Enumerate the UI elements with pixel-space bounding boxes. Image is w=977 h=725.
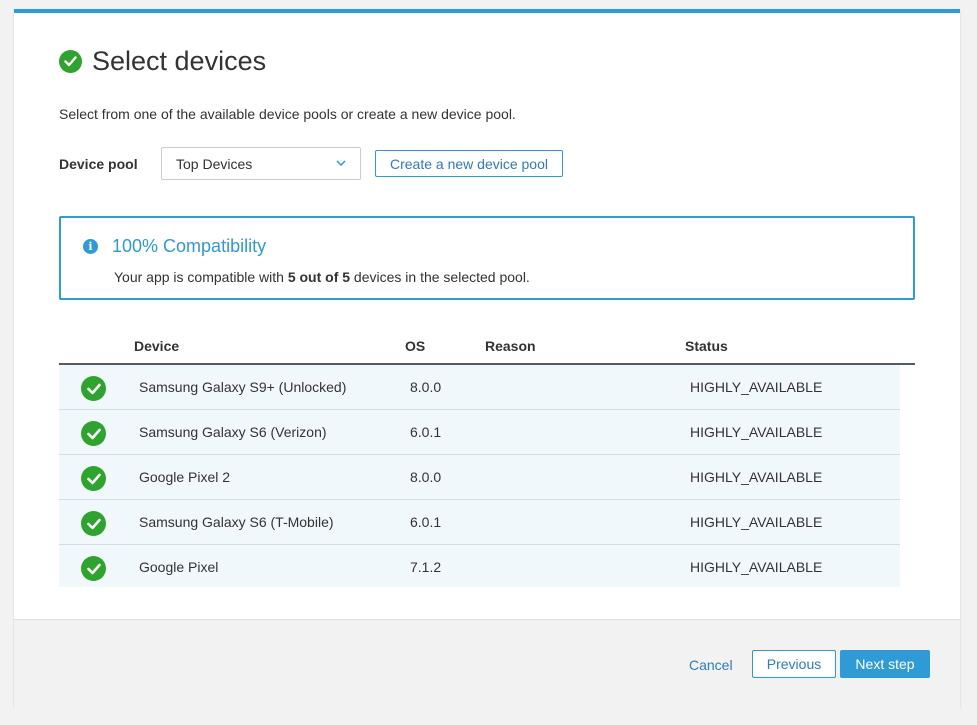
device-status: HIGHLY_AVAILABLE [690,379,823,395]
compatibility-text-start: Your app is compatible with [114,269,288,285]
device-name: Samsung Galaxy S9+ (Unlocked) [139,379,347,395]
column-header-os[interactable]: OS [405,338,425,354]
device-name: Google Pixel [139,559,219,575]
compatibility-alert: i 100% Compatibility Your app is compati… [59,216,915,300]
device-pool-select[interactable]: Top Devices [161,147,361,180]
compatibility-title: 100% Compatibility [112,236,267,256]
check-circle-icon [81,511,106,536]
devices-table: Device OS Reason Status Samsung Galaxy S… [59,323,915,587]
select-devices-panel: Select devices Select from one of the av… [14,9,960,712]
intro-text: Select from one of the available device … [59,106,516,122]
cancel-button[interactable]: Cancel [689,657,733,673]
device-pool-row: Device pool Top Devices Create a new dev… [59,147,563,180]
device-status: HIGHLY_AVAILABLE [690,424,823,440]
previous-button[interactable]: Previous [752,650,836,678]
table-body: Samsung Galaxy S9+ (Unlocked) 8.0.0 HIGH… [59,365,915,587]
device-status: HIGHLY_AVAILABLE [690,469,823,485]
device-os: 8.0.0 [410,469,442,485]
device-name: Google Pixel 2 [139,469,231,485]
check-circle-icon [81,556,106,581]
wizard-footer: Cancel Previous Next step [14,619,960,712]
page-header: Select devices [59,46,266,77]
compatibility-count: 5 out of 5 [287,269,351,285]
device-os: 8.0.0 [410,379,442,395]
info-icon: i [83,239,98,254]
device-os: 7.1.2 [410,559,442,575]
device-name: Samsung Galaxy S6 (T-Mobile) [139,514,334,530]
device-name: Samsung Galaxy S6 (Verizon) [139,424,327,440]
column-header-status[interactable]: Status [685,338,728,354]
check-circle-icon [81,466,106,491]
page-title: Select devices [92,46,267,76]
check-circle-icon [81,421,106,446]
compatibility-text: Your app is compatible with 5 out of 5 d… [114,269,530,285]
device-pool-label: Device pool [59,155,138,172]
device-os: 6.0.1 [410,514,442,530]
table-row: Samsung Galaxy S6 (Verizon) 6.0.1 HIGHLY… [59,410,900,455]
table-row: Samsung Galaxy S9+ (Unlocked) 8.0.0 HIGH… [59,365,900,410]
table-row: Google Pixel 7.1.2 HIGHLY_AVAILABLE [59,545,900,587]
chevron-down-icon [336,158,346,169]
device-status: HIGHLY_AVAILABLE [690,559,823,575]
device-os: 6.0.1 [410,424,442,440]
create-device-pool-button[interactable]: Create a new device pool [375,150,563,177]
next-step-button[interactable]: Next step [840,650,930,678]
compatibility-text-end: devices in the selected pool. [350,269,530,285]
table-row: Google Pixel 2 8.0.0 HIGHLY_AVAILABLE [59,455,900,500]
column-header-device[interactable]: Device [134,338,179,354]
table-row: Samsung Galaxy S6 (T-Mobile) 6.0.1 HIGHL… [59,500,900,545]
device-status: HIGHLY_AVAILABLE [690,514,823,530]
device-pool-selected: Top Devices [176,155,253,172]
check-circle-icon [59,50,82,73]
check-circle-icon [81,376,106,401]
table-header: Device OS Reason Status [59,323,915,365]
column-header-reason[interactable]: Reason [485,338,536,354]
